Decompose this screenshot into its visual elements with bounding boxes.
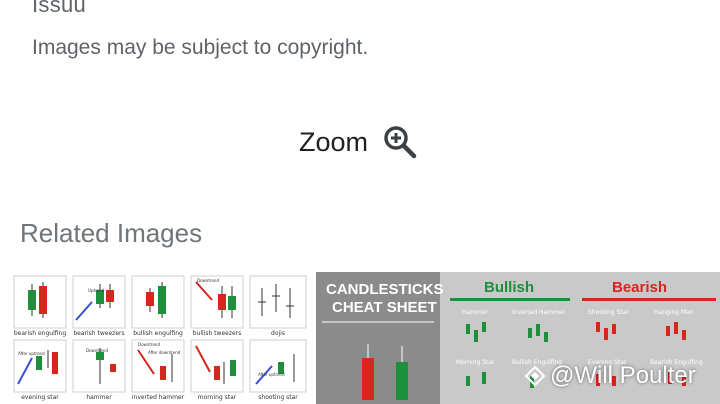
- trend-annotation: After uptrend: [18, 351, 45, 356]
- watermark-text: @Will Poulter: [550, 362, 696, 389]
- watermark: @Will Poulter: [524, 362, 696, 390]
- pattern-caption: morning star: [198, 394, 237, 401]
- watermark-logo-icon: [524, 365, 546, 387]
- zoom-label: Zoom: [299, 126, 369, 157]
- pattern-caption: bullish tweezers: [193, 330, 242, 337]
- trend-annotation: Downtrend: [138, 342, 160, 347]
- pattern-caption: inverted hammer: [132, 394, 185, 401]
- pattern-caption: evening star: [21, 394, 59, 401]
- pattern-caption: dojis: [271, 330, 285, 337]
- trend-annotation: After downtrend: [148, 350, 181, 355]
- trend-annotation: Downtrend: [86, 348, 108, 353]
- pattern-caption: bearish engulfing: [14, 330, 67, 337]
- bear-pattern-1: Shooting Star: [588, 309, 629, 316]
- pattern-caption: bearish tweezers: [73, 330, 124, 337]
- copyright-notice: Images may be subject to copyright.: [32, 36, 369, 59]
- trend-annotation: After uptrend: [258, 372, 285, 377]
- trend-annotation: Uptrend: [88, 288, 105, 293]
- zoom-button[interactable]: Zoom: [299, 124, 418, 160]
- image-source[interactable]: Issuu: [32, 0, 86, 18]
- bull-pattern-3: Morning Star: [456, 359, 495, 366]
- related-image-candlestick-patterns[interactable]: bearish engulfing bearish tweezers bullish…: [10, 272, 310, 404]
- pattern-caption: hammer: [86, 394, 112, 401]
- candlestick-patterns-image: bearish engulfing bearish tweezers bullish…: [10, 272, 310, 404]
- bullish-heading: Bullish: [484, 279, 534, 296]
- zoom-in-icon: [384, 126, 417, 159]
- cheat-title-line2: CHEAT SHEET: [332, 299, 437, 316]
- bear-pattern-2: Hanging Man: [654, 309, 694, 316]
- bull-pattern-1: Hammer: [462, 309, 489, 316]
- pattern-caption: shooting star: [258, 394, 298, 401]
- bearish-heading: Bearish: [612, 279, 667, 296]
- trend-annotation: Downtrend: [197, 278, 219, 283]
- bull-pattern-2: Inverted Hammer: [512, 309, 566, 316]
- pattern-caption: bullish engulfing: [133, 330, 183, 337]
- related-images-title: Related Images: [20, 218, 203, 248]
- related-image-cheat-sheet[interactable]: CANDLESTICKS CHEAT SHEET Bullish Bearish…: [316, 272, 720, 404]
- cheat-title-line1: CANDLESTICKS: [326, 281, 444, 298]
